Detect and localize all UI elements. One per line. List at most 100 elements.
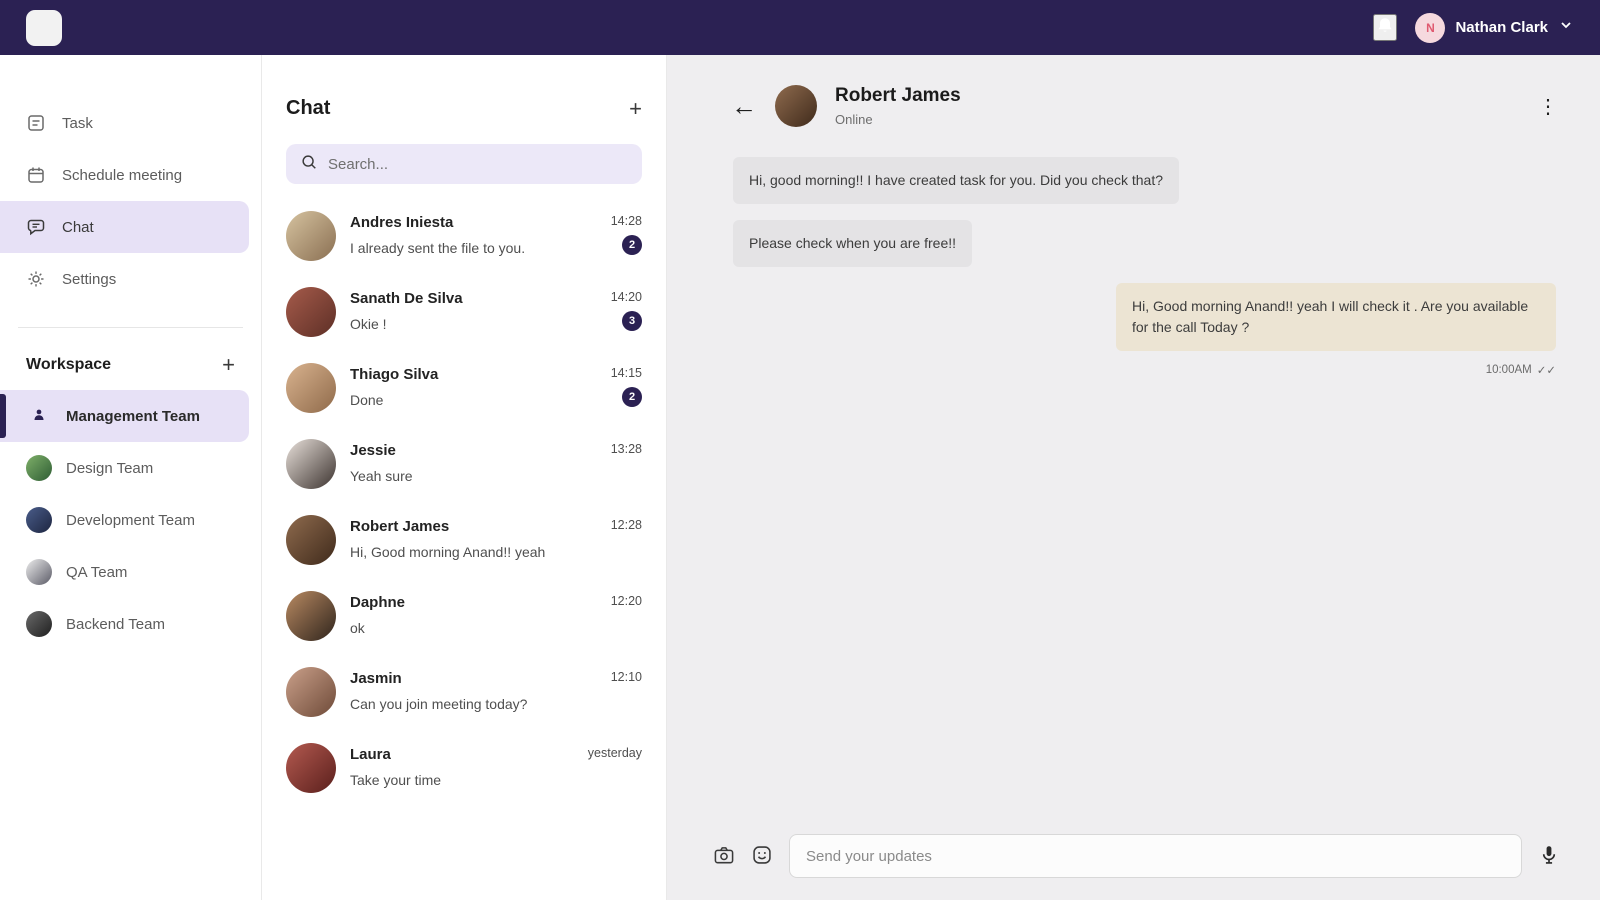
chat-list-item[interactable]: Daphne ok 12:20 (286, 578, 642, 654)
chat-list-item[interactable]: Robert James Hi, Good morning Anand!! ye… (286, 502, 642, 578)
chat-name: Jasmin (350, 670, 402, 687)
message-bubble-incoming: Hi, good morning!! I have created task f… (733, 157, 1179, 204)
sidebar-divider (18, 327, 243, 328)
workspace-item-development-team[interactable]: Development Team (0, 494, 261, 546)
chat-time: 14:20 (610, 290, 642, 304)
mic-button[interactable] (1538, 844, 1560, 869)
chat-preview: Yeah sure (350, 468, 413, 484)
peer-avatar (775, 85, 817, 127)
add-workspace-button[interactable]: + (222, 354, 235, 376)
chat-list-item[interactable]: Laura Take your time yesterday (286, 730, 642, 806)
chat-list-panel: Chat + Andres Iniesta I already sent the… (262, 55, 667, 900)
chat-time: 12:28 (610, 518, 642, 532)
gear-icon (26, 269, 46, 289)
chat-preview: Okie ! (350, 316, 387, 332)
calendar-icon (26, 165, 46, 185)
user-avatar: N (1415, 12, 1446, 43)
search-icon (300, 153, 318, 176)
workspace-item-design-team[interactable]: Design Team (0, 442, 261, 494)
unread-badge: 3 (622, 311, 642, 331)
chat-list-item[interactable]: Andres Iniesta I already sent the file t… (286, 198, 642, 274)
workspace-item-label: QA Team (66, 563, 128, 581)
chat-name: Daphne (350, 594, 406, 611)
chat-list-title: Chat (286, 97, 331, 119)
sidebar: Task Schedule meeting Chat Settings Work… (0, 55, 262, 900)
chat-time: yesterday (587, 746, 642, 760)
chat-name: Thiago Silva (350, 366, 439, 383)
chat-preview: Can you join meeting today? (350, 696, 528, 712)
chat-preview: Take your time (350, 772, 442, 788)
sidebar-item-label: Settings (62, 270, 117, 288)
chevron-down-icon (1558, 17, 1574, 38)
chat-list-item[interactable]: Jasmin Can you join meeting today? 12:10 (286, 654, 642, 730)
search-input[interactable] (328, 155, 628, 173)
workspace-item-backend-team[interactable]: Backend Team (0, 598, 261, 650)
task-icon (26, 113, 46, 133)
unread-badge: 2 (622, 387, 642, 407)
chat-list-item[interactable]: Jessie Yeah sure 13:28 (286, 426, 642, 502)
avatar (286, 515, 336, 565)
topbar: N Nathan Clark (0, 0, 1600, 55)
peer-status: Online (835, 112, 873, 127)
chat-icon (26, 217, 46, 237)
chat-name: Andres Iniesta (350, 214, 454, 231)
message-bubble-outgoing: Hi, Good morning Anand!! yeah I will che… (1116, 283, 1556, 351)
workspace-item-label: Design Team (66, 459, 154, 477)
chat-time: 14:28 (610, 214, 642, 228)
new-chat-button[interactable]: + (629, 97, 642, 120)
chat-name: Robert James (350, 518, 450, 535)
sticker-icon (751, 844, 773, 869)
sidebar-item-settings[interactable]: Settings (0, 253, 261, 305)
workspace-item-label: Management Team (66, 407, 200, 425)
sidebar-item-chat[interactable]: Chat (0, 201, 249, 253)
user-name: Nathan Clark (1455, 19, 1548, 36)
sidebar-item-label: Task (62, 114, 93, 132)
chat-name: Sanath De Silva (350, 290, 463, 307)
chat-list-item[interactable]: Sanath De Silva Okie ! 14:20 3 (286, 274, 642, 350)
conversation-panel: ← Robert James Online ⋮ Hi, good morning… (667, 55, 1600, 900)
chat-name: Laura (350, 746, 391, 763)
back-button[interactable]: ← (731, 93, 757, 119)
qa-team-avatar (26, 559, 52, 585)
camera-icon (713, 844, 735, 869)
chat-name: Jessie (350, 442, 396, 459)
sidebar-item-task[interactable]: Task (0, 97, 261, 149)
chat-list-item[interactable]: Thiago Silva Done 14:15 2 (286, 350, 642, 426)
user-menu[interactable]: N Nathan Clark (1415, 12, 1574, 43)
development-team-avatar (26, 507, 52, 533)
sidebar-item-schedule-meeting[interactable]: Schedule meeting (0, 149, 261, 201)
camera-button[interactable] (713, 844, 735, 869)
sticker-button[interactable] (751, 844, 773, 869)
avatar (286, 743, 336, 793)
chat-preview: Done (350, 392, 384, 408)
bell-icon (1375, 16, 1395, 39)
sidebar-item-label: Schedule meeting (62, 166, 183, 184)
avatar (286, 439, 336, 489)
workspace-item-label: Development Team (66, 511, 195, 529)
workspace-item-management-team[interactable]: Management Team (0, 390, 249, 442)
conversation-header: ← Robert James Online ⋮ (667, 55, 1600, 141)
microphone-icon (1538, 844, 1560, 869)
chat-time: 12:20 (610, 594, 642, 608)
notifications-button[interactable] (1373, 14, 1398, 41)
chat-preview: Hi, Good morning Anand!! yeah (350, 544, 546, 560)
chat-time: 12:10 (610, 670, 642, 684)
avatar (286, 591, 336, 641)
app-logo (26, 9, 62, 46)
message-input[interactable] (789, 834, 1522, 878)
message-area: Hi, good morning!! I have created task f… (667, 141, 1600, 818)
sent-time: 10:00AM (1485, 364, 1532, 376)
workspace-section-title: Workspace (26, 356, 112, 373)
backend-team-avatar (26, 611, 52, 637)
peer-name: Robert James (835, 85, 961, 106)
chat-time: 14:15 (610, 366, 642, 380)
avatar (286, 211, 336, 261)
workspace-item-qa-team[interactable]: QA Team (0, 546, 261, 598)
read-ticks-icon: ✓✓ (1536, 365, 1556, 377)
search-box (286, 144, 642, 184)
workspace-item-label: Backend Team (66, 615, 165, 633)
design-team-avatar (26, 455, 52, 481)
chat-preview: ok (350, 620, 365, 636)
more-options-button[interactable]: ⋮ (1538, 94, 1558, 119)
sidebar-item-label: Chat (62, 218, 94, 236)
